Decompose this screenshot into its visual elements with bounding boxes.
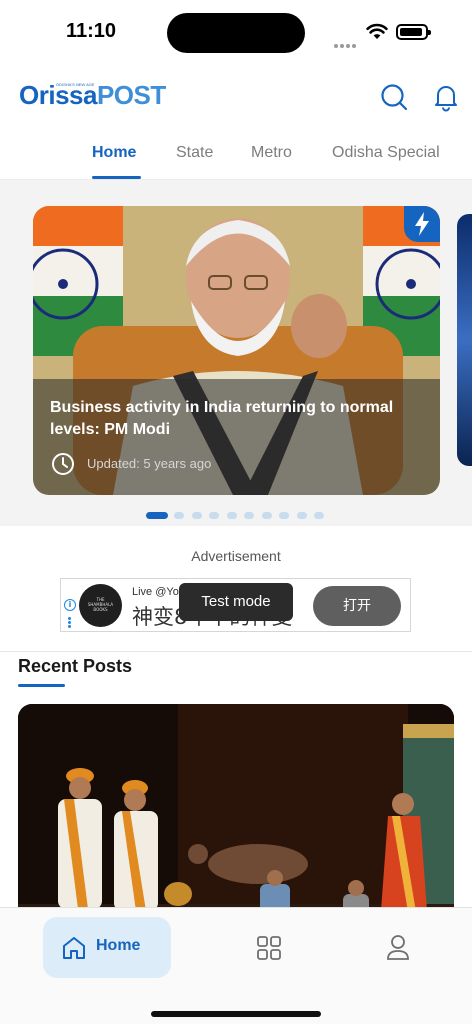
- logo-tagline: ODISHA'S NEW AGE: [56, 82, 95, 87]
- ad-more-icon[interactable]: [68, 617, 71, 629]
- home-indicator: [151, 1011, 321, 1017]
- recent-post-card[interactable]: [18, 704, 454, 924]
- app-header: OrissaPOST ODISHA'S NEW AGE Home State M…: [0, 62, 472, 180]
- pagination-dot[interactable]: [297, 512, 307, 519]
- logo-text-part2: POST: [96, 80, 166, 110]
- nav-home-button[interactable]: Home: [43, 917, 171, 978]
- ad-logo-text: THE SHAMBHALA BOOKS: [87, 597, 114, 612]
- slide-caption: Business activity in India returning to …: [33, 379, 440, 495]
- active-tab-indicator: [92, 176, 141, 179]
- category-tabs: Home State Metro Odisha Special: [0, 142, 472, 180]
- pagination-dot[interactable]: [314, 512, 324, 519]
- pagination-dot[interactable]: [174, 512, 184, 519]
- next-slide-peek[interactable]: [457, 214, 472, 466]
- signal-dots-icon: [334, 33, 358, 52]
- pagination-dot-active[interactable]: [146, 512, 168, 519]
- pagination-dot[interactable]: [262, 512, 272, 519]
- breaking-badge: [404, 206, 440, 242]
- recent-post-image: [18, 704, 454, 924]
- featured-slide[interactable]: Business activity in India returning to …: [33, 206, 440, 495]
- pagination-dot[interactable]: [244, 512, 254, 519]
- ad-info-icon[interactable]: i: [64, 599, 76, 611]
- bell-icon[interactable]: [431, 82, 461, 112]
- recent-posts-underline: [18, 684, 65, 687]
- tab-odisha-special[interactable]: Odisha Special: [332, 144, 440, 162]
- categories-grid-icon[interactable]: [256, 935, 282, 961]
- dynamic-island: [167, 13, 305, 53]
- tab-home[interactable]: Home: [92, 144, 136, 162]
- clock-icon: [52, 453, 74, 475]
- ad-live-text: Live @You: [132, 586, 185, 598]
- featured-carousel[interactable]: Business activity in India returning to …: [0, 180, 472, 526]
- bottom-nav: Home: [0, 907, 472, 1024]
- pagination-dot[interactable]: [227, 512, 237, 519]
- updated-time: Updated: 5 years ago: [87, 456, 212, 471]
- profile-icon[interactable]: [385, 934, 411, 962]
- wifi-icon: [366, 23, 388, 39]
- pagination-dot[interactable]: [192, 512, 202, 519]
- tab-metro[interactable]: Metro: [251, 144, 292, 162]
- recent-posts-heading: Recent Posts: [18, 656, 133, 676]
- test-mode-toast: Test mode: [179, 583, 293, 621]
- nav-home-label: Home: [96, 937, 141, 954]
- pagination-dot[interactable]: [209, 512, 219, 519]
- lightning-icon: [415, 212, 429, 236]
- featured-title[interactable]: Business activity in India returning to …: [50, 397, 430, 441]
- status-bar: 11:10: [0, 0, 472, 62]
- home-icon: [63, 937, 85, 959]
- tab-state[interactable]: State: [176, 144, 213, 162]
- battery-icon: [396, 24, 431, 40]
- pagination-dot[interactable]: [279, 512, 289, 519]
- ad-logo: THE SHAMBHALA BOOKS: [79, 584, 122, 627]
- status-time: 11:10: [66, 20, 117, 42]
- ad-label: Advertisement: [191, 548, 281, 564]
- search-icon[interactable]: [379, 82, 409, 112]
- ad-open-button[interactable]: 打开: [313, 586, 401, 626]
